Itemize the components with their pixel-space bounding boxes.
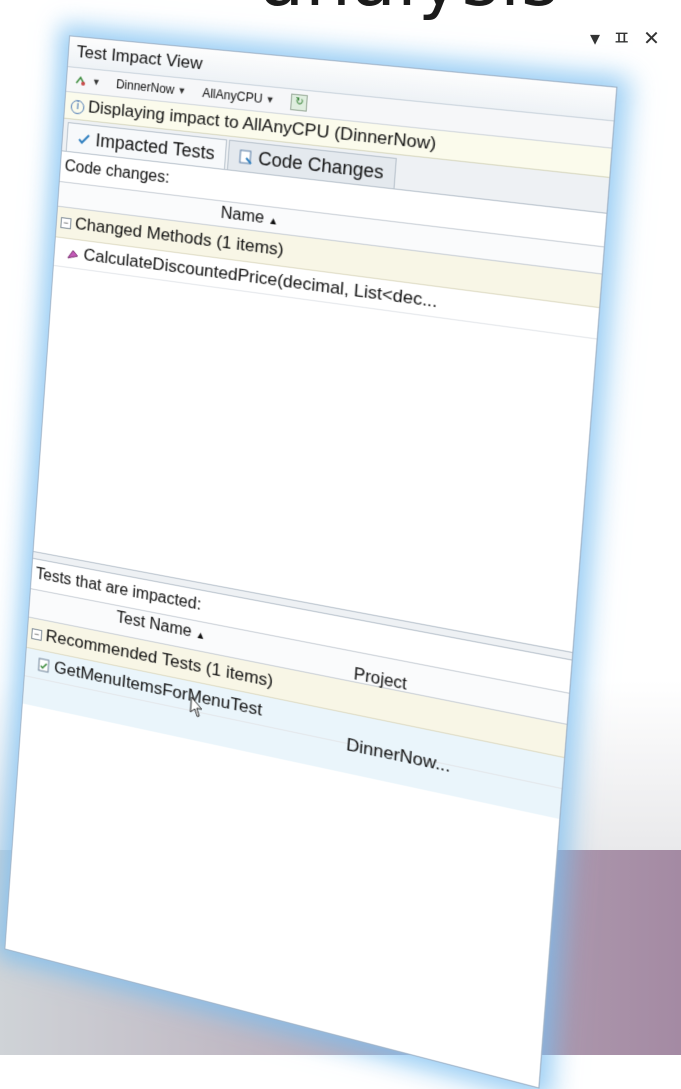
mouse-pointer-icon (189, 696, 204, 719)
sort-ascending-icon: ▲ (195, 629, 206, 642)
refresh-icon: ↻ (291, 94, 309, 112)
chevron-down-icon: ▼ (91, 70, 101, 95)
chevron-down-icon: ▼ (265, 87, 276, 113)
info-icon: i (70, 99, 84, 114)
pin-icon[interactable]: ㅍ (612, 22, 630, 51)
test-icon (37, 657, 51, 673)
chevron-down-icon: ▼ (177, 78, 188, 103)
refresh-button[interactable]: ↻ (291, 94, 309, 112)
run-impacted-icon (74, 74, 86, 87)
code-changes-icon (238, 149, 253, 165)
test-impact-view-window: Test Impact View ▼ DinnerNow ▼ AllAnyCPU… (4, 35, 617, 1088)
method-icon (66, 246, 80, 262)
slide-heading-fragment: analysis (260, 0, 560, 22)
pane-dropdown-icon[interactable]: ▾ (590, 26, 600, 50)
pane-controls: ▾ ㅍ ✕ (590, 22, 666, 51)
sort-ascending-icon: ▲ (268, 215, 279, 228)
name-column-label: Name (220, 205, 265, 228)
collapse-icon[interactable]: − (60, 217, 71, 229)
collapse-icon[interactable]: − (31, 628, 42, 641)
impact-run-button[interactable]: ▼ (74, 68, 107, 95)
impacted-tests-icon (77, 131, 91, 146)
close-icon[interactable]: ✕ (643, 26, 660, 50)
